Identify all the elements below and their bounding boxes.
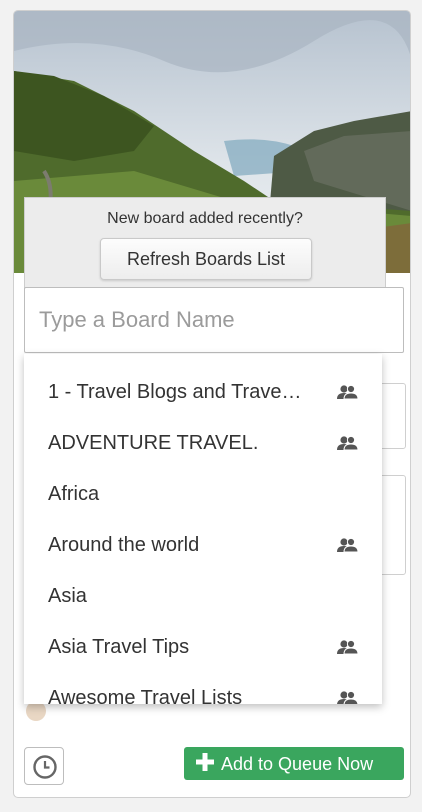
board-option-label: Around the world [48,534,200,556]
board-option-label: Asia [48,585,87,607]
avatar [26,701,46,721]
plus-icon [196,753,214,771]
board-option-label: Awesome Travel Lists [48,687,243,704]
group-board-icon [337,435,358,451]
board-option[interactable]: Around the world [24,520,382,571]
board-option[interactable]: Awesome Travel Lists [24,673,382,704]
board-dropdown: 1 - Travel Blogs and Trave… ADVENTURE TR… [24,354,382,704]
board-option-label: Asia Travel Tips [48,636,190,658]
pin-composer-card: New board added recently? Refresh Boards… [13,10,411,798]
group-board-icon [337,639,358,655]
board-name-input[interactable] [24,287,404,353]
board-option[interactable]: Asia Travel Tips [24,622,382,673]
board-option[interactable]: ADVENTURE TRAVEL. [24,418,382,469]
board-option-label: Africa [48,483,100,505]
board-option-label: 1 - Travel Blogs and Trave… [48,381,302,403]
group-board-icon [337,537,358,553]
board-option[interactable]: Africa [24,469,382,520]
refresh-boards-button[interactable]: Refresh Boards List [100,238,312,280]
schedule-history-button[interactable] [24,747,64,785]
refresh-boards-panel: New board added recently? Refresh Boards… [24,197,386,291]
board-option[interactable]: 1 - Travel Blogs and Trave… [24,367,382,418]
add-to-queue-button[interactable]: Add to Queue Now [184,747,404,780]
board-option[interactable]: Asia [24,571,382,622]
board-option-label: ADVENTURE TRAVEL. [48,432,259,454]
add-to-queue-label: Add to Queue Now [221,754,374,774]
group-board-icon [337,384,358,400]
refresh-prompt: New board added recently? [107,210,303,227]
clock-icon [33,755,57,779]
group-board-icon [337,690,358,704]
